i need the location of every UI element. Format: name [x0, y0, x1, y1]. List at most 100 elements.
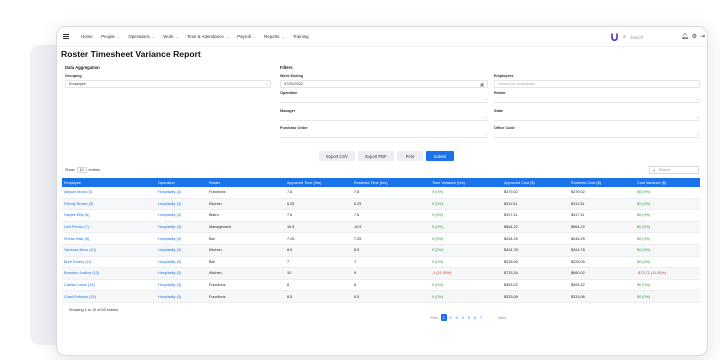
- rostered-cost-cell: $228.05: [571, 259, 585, 264]
- roster-cell: Bar: [209, 236, 215, 241]
- print-button[interactable]: Print: [397, 151, 423, 161]
- table-row: Brandon Justice (13) Hospitality (3) Kitch…: [62, 268, 700, 280]
- employee-link[interactable]: Caelan Lewis (14): [62, 283, 156, 287]
- column-header[interactable]: Employee: [62, 181, 156, 185]
- page-button-2[interactable]: 2: [448, 314, 453, 321]
- table-info: Showing 1 to 10 of 63 entries: [69, 308, 119, 312]
- operation-link[interactable]: Hospitality (3): [156, 225, 207, 229]
- table-row: Caelan Lewis (14) Hospitality (3) Function…: [62, 280, 700, 292]
- bell-icon[interactable]: 🔔︎: [681, 33, 689, 40]
- column-header[interactable]: Approved Time (hrs): [285, 181, 352, 185]
- employee-link[interactable]: Bree Emery (11): [62, 260, 156, 264]
- grouping-value: Employee: [69, 82, 86, 86]
- nav-item-training[interactable]: Training: [293, 34, 309, 39]
- week-ending-input[interactable]: 07/25/2022 ▦: [280, 80, 488, 88]
- time-variance-cell: 0 (0%): [432, 236, 444, 241]
- page-button-7[interactable]: 7: [478, 314, 483, 321]
- column-header[interactable]: Rostered Cost ($): [569, 181, 635, 185]
- operation-link[interactable]: Hospitality (3): [156, 271, 207, 275]
- week-ending-label: Week Ending: [280, 74, 304, 78]
- rostered-time-cell: 7.25: [354, 236, 362, 241]
- employee-link[interactable]: Vanessa Benz (10): [62, 248, 156, 252]
- nav-item-reports[interactable]: Reports ⌄: [264, 34, 284, 39]
- employee-link[interactable]: Sheila Hale (8): [62, 237, 156, 241]
- column-header[interactable]: Cost Variance ($): [635, 181, 700, 185]
- purchase-order-select[interactable]: ⌄: [280, 130, 488, 138]
- operation-link[interactable]: Hospitality (3): [156, 202, 207, 206]
- employees-search-input[interactable]: Search for employees: [494, 80, 700, 88]
- column-header[interactable]: Roster: [207, 181, 285, 185]
- week-ending-value: 07/25/2022: [284, 82, 304, 86]
- column-header[interactable]: Approved Cost ($): [502, 181, 569, 185]
- operation-link[interactable]: Hospitality (3): [156, 283, 207, 287]
- column-header[interactable]: Rostered Time (hrs): [352, 181, 430, 185]
- operation-link[interactable]: Hospitality (3): [156, 295, 207, 299]
- chevron-down-icon: ⌄: [116, 35, 120, 39]
- manager-select[interactable]: ⌄: [280, 113, 488, 121]
- next-page-button[interactable]: Next: [497, 314, 508, 321]
- roster-cell: Management: [209, 225, 232, 230]
- employee-link[interactable]: Chad Robison (15): [62, 295, 156, 299]
- nav-item-people[interactable]: People ⌄: [101, 34, 120, 39]
- prev-page-button[interactable]: Prev: [429, 314, 440, 321]
- rostered-time-cell: 10.5: [354, 225, 362, 230]
- page-button-3[interactable]: 3: [454, 314, 459, 321]
- calendar-icon[interactable]: ▦: [480, 82, 484, 87]
- approved-time-cell: 7.8: [287, 190, 293, 195]
- employee-link[interactable]: Lexi Perrez (7): [62, 225, 156, 229]
- approved-time-cell: 6.25: [287, 201, 295, 206]
- nav-item-time-attendance[interactable]: Time & Attendance ⌄: [187, 34, 229, 39]
- operation-link[interactable]: Hospitality (3): [156, 260, 207, 264]
- roster-select[interactable]: ⌄: [494, 95, 700, 103]
- approved-cost-cell: $393.22: [504, 283, 518, 288]
- nav-item-home[interactable]: Home: [81, 34, 93, 39]
- table-row: Felicity Brown (5) Hospitality (3) Kitchen…: [62, 198, 700, 211]
- operation-link[interactable]: Hospitality (3): [156, 213, 207, 217]
- employee-link[interactable]: Haylee Ellis (6): [62, 213, 156, 217]
- chevron-down-icon: ⌄: [484, 115, 487, 119]
- nav-item-operations[interactable]: Operations ⌄: [128, 34, 154, 39]
- state-select[interactable]: ⌄: [494, 113, 700, 121]
- chevron-down-icon: ⌄: [151, 35, 155, 39]
- chevron-down-icon: ⌄: [696, 132, 699, 136]
- column-header[interactable]: Operation: [156, 181, 207, 185]
- approved-time-cell: 10.5: [287, 225, 295, 230]
- rostered-time-cell: 7.8: [354, 190, 360, 195]
- page-button-4[interactable]: 4: [460, 314, 465, 321]
- table-row: Haylee Ellis (6) Hospitality (3) Bistro 7.6…: [62, 210, 700, 222]
- submit-button[interactable]: Submit: [426, 151, 454, 161]
- hamburger-menu-icon[interactable]: [63, 34, 69, 39]
- approved-cost-cell: $424.78: [504, 248, 518, 253]
- nav-item-payroll[interactable]: Payroll ⌄: [237, 34, 255, 39]
- rostered-time-cell: 8.5: [354, 248, 360, 253]
- cost-variance-cell: $0 (0%): [637, 225, 651, 230]
- page-button-1[interactable]: 1: [440, 314, 447, 321]
- employee-link[interactable]: Allyson Moss (3): [62, 190, 156, 194]
- logout-icon[interactable]: ⇥: [700, 33, 705, 40]
- page-button-6[interactable]: 6: [472, 314, 477, 321]
- main-nav: Home People ⌄ Operations ⌄ Work ⌄ Time & Attend…: [81, 34, 309, 39]
- chevron-down-icon: ⌄: [265, 82, 268, 86]
- operation-select[interactable]: ⌄: [280, 95, 488, 103]
- approved-cost-cell: $333.06: [504, 294, 518, 299]
- export-pdf-button[interactable]: Export PDF: [358, 151, 394, 161]
- nav-item-work[interactable]: Work ⌄: [163, 34, 178, 39]
- roster-cell: Functions: [209, 283, 226, 288]
- gear-icon[interactable]: ⚙︎: [692, 33, 697, 40]
- operation-link[interactable]: Hospitality (3): [156, 248, 207, 252]
- table-search-input[interactable]: ⌕ Search: [649, 166, 699, 174]
- time-variance-cell: 0 (0%): [432, 259, 444, 264]
- employee-link[interactable]: Felicity Brown (5): [62, 202, 156, 206]
- page-button-5[interactable]: 5: [466, 314, 471, 321]
- operation-link[interactable]: Hospitality (3): [156, 190, 207, 194]
- export-csv-button[interactable]: Export CSV: [319, 151, 355, 161]
- table-row: Chad Robison (15) Hospitality (3) Function…: [62, 291, 700, 303]
- office-code-select[interactable]: ⌄: [494, 130, 700, 138]
- global-search[interactable]: ⌕ Search: [623, 32, 677, 42]
- top-nav-bar: Home People ⌄ Operations ⌄ Work ⌄ Time & Attend…: [57, 27, 707, 47]
- entries-length-select[interactable]: 10: [76, 167, 87, 173]
- grouping-select[interactable]: Employee ⌄: [65, 80, 271, 88]
- operation-link[interactable]: Hospitality (3): [156, 237, 207, 241]
- column-header[interactable]: Time Variance (hrs): [430, 181, 502, 185]
- employee-link[interactable]: Brandon Justice (13): [62, 271, 156, 275]
